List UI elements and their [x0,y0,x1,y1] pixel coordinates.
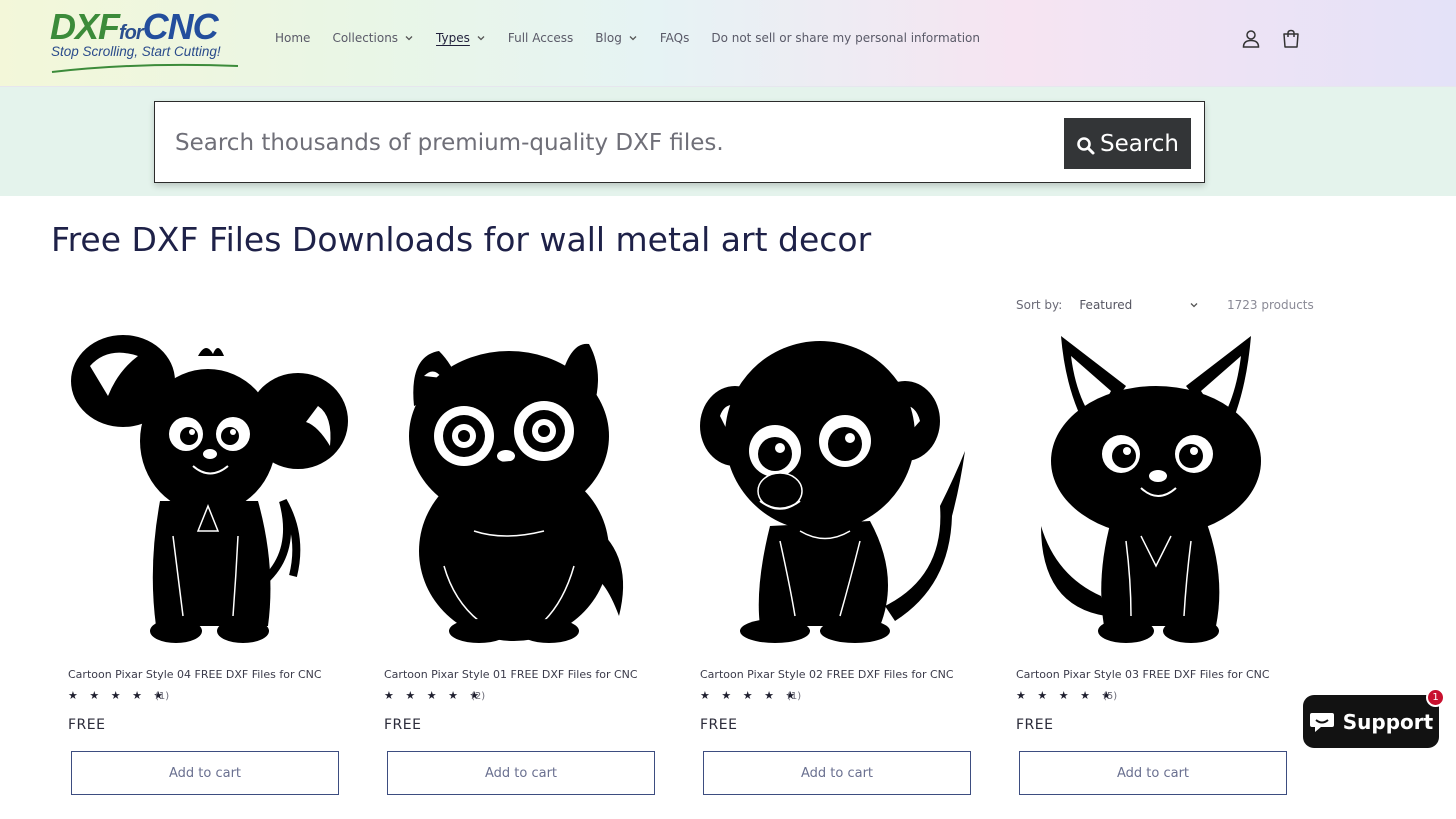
nav-collections[interactable]: Collections [332,31,414,45]
rating-stars: ★ ★ ★ ★ ★ [68,689,168,702]
rating-stars: ★ ★ ★ ★ ★ [700,689,800,702]
product-card: Cartoon Pixar Style 01 FREE DXF Files fo… [384,326,684,806]
product-title[interactable]: Cartoon Pixar Style 04 FREE DXF Files fo… [68,668,322,681]
product-price: FREE [700,717,738,733]
product-image[interactable] [68,326,368,648]
site-header: DXFforCNC Stop Scrolling, Start Cutting!… [0,0,1456,87]
sort-label: Sort by: [1016,298,1063,312]
search-button[interactable]: Search [1064,118,1191,169]
product-price: FREE [1016,717,1054,733]
notification-badge: 1 [1426,688,1445,707]
product-title[interactable]: Cartoon Pixar Style 01 FREE DXF Files fo… [384,668,638,681]
nav-home-label: Home [275,31,311,45]
product-price: FREE [384,717,422,733]
sort-value: Featured [1079,298,1133,312]
chevron-down-icon [629,36,637,41]
nav-full-access[interactable]: Full Access [508,31,573,45]
nav-blog-label: Blog [595,31,622,45]
sort-control: Sort by: Featured [1016,298,1199,312]
product-card: Cartoon Pixar Style 02 FREE DXF Files fo… [700,326,1000,806]
nav-types[interactable]: Types [436,31,486,45]
product-image[interactable] [1016,326,1316,648]
search-bar: Search [154,101,1205,183]
chat-bubble-icon [1309,712,1334,732]
sort-select[interactable]: Featured [1079,298,1199,312]
nav-collections-label: Collections [332,31,399,45]
nav-faqs[interactable]: FAQs [660,31,690,45]
rating-stars: ★ ★ ★ ★ ★ [1016,689,1116,702]
site-logo[interactable]: DXFforCNC Stop Scrolling, Start Cutting! [50,6,242,74]
nav-blog[interactable]: Blog [595,31,638,45]
nav-privacy-label: Do not sell or share my personal informa… [711,31,980,45]
logo-swoosh [51,63,239,73]
page-title: Free DXF Files Downloads for wall metal … [51,220,872,259]
review-count: (1) [155,691,170,702]
product-card: Cartoon Pixar Style 04 FREE DXF Files fo… [68,326,368,806]
nav-types-label: Types [436,31,470,45]
support-chat-button[interactable]: Support [1303,695,1439,748]
account-icon[interactable] [1240,28,1262,50]
add-to-cart-button[interactable]: Add to cart [387,751,655,795]
product-count: 1723 products [1227,298,1314,312]
review-count: (1) [787,691,802,702]
search-icon [1077,136,1095,154]
chevron-down-icon [477,36,485,41]
logo-wordmark: DXFforCNC [50,6,219,47]
product-price: FREE [68,717,106,733]
product-image[interactable] [700,326,1000,648]
product-image[interactable] [384,326,684,648]
review-count: (5) [1103,691,1118,702]
support-label: Support [1342,709,1434,734]
add-to-cart-button[interactable]: Add to cart [703,751,971,795]
nav-privacy[interactable]: Do not sell or share my personal informa… [711,31,980,45]
nav-home[interactable]: Home [275,31,310,45]
review-count: (2) [471,691,486,702]
rating-stars: ★ ★ ★ ★ ★ [384,689,484,702]
add-to-cart-button[interactable]: Add to cart [71,751,339,795]
nav-full-access-label: Full Access [507,31,574,45]
cart-icon[interactable] [1280,28,1302,50]
main-nav: Home Collections Types Full Access Blog … [275,31,1002,45]
search-button-label: Search [1099,130,1180,157]
add-to-cart-button[interactable]: Add to cart [1019,751,1287,795]
nav-faqs-label: FAQs [659,31,690,45]
chevron-down-icon [405,36,413,41]
product-title[interactable]: Cartoon Pixar Style 03 FREE DXF Files fo… [1016,668,1270,681]
product-card: Cartoon Pixar Style 03 FREE DXF Files fo… [1016,326,1316,806]
product-title[interactable]: Cartoon Pixar Style 02 FREE DXF Files fo… [700,668,954,681]
search-input[interactable] [175,125,1055,161]
chevron-down-icon [1190,303,1198,308]
logo-tagline: Stop Scrolling, Start Cutting! [51,44,221,59]
